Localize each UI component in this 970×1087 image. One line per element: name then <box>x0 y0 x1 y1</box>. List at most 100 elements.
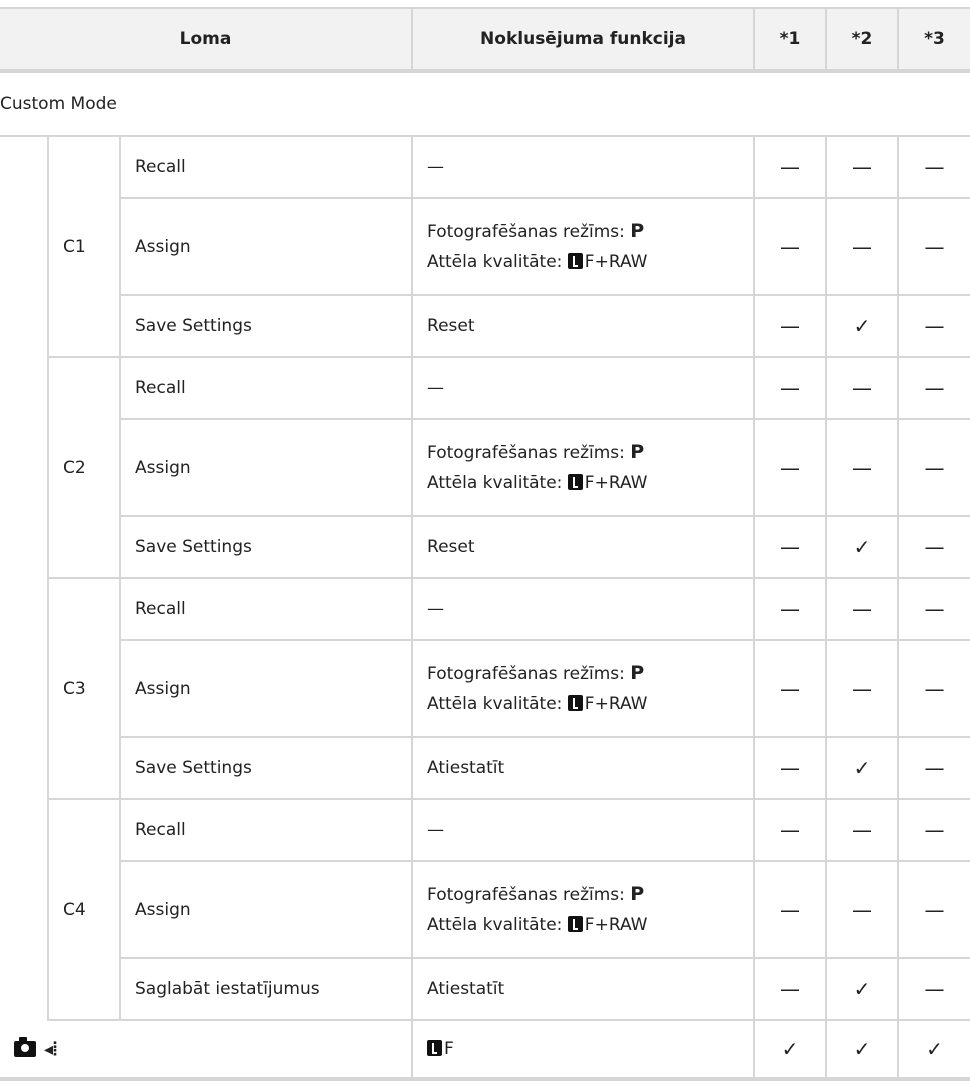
item-label: Recall <box>118 357 413 420</box>
default-line-mode: Fotografēšanas režīms: P <box>427 437 753 468</box>
item-label: Recall <box>118 799 413 862</box>
mark-col-1: — <box>753 640 827 738</box>
mark-col-3: — <box>897 737 970 800</box>
large-size-icon <box>567 916 583 932</box>
group-label: C4 <box>47 799 120 1021</box>
mode-value: P <box>630 441 645 463</box>
item-label: Assign <box>118 419 413 517</box>
mark-col-3: — <box>897 958 970 1021</box>
item-label: Recall <box>118 136 413 199</box>
indent-cell <box>0 357 48 578</box>
indent-cell <box>0 799 48 1020</box>
table-row: C4 Recall — — — — <box>0 799 970 1021</box>
item-label: Assign <box>118 640 413 738</box>
header-row: Loma Noklusējuma funkcija *1 *2 *3 <box>0 7 970 73</box>
header-role: Loma <box>0 7 413 73</box>
mark-col-3: ✓ <box>897 1020 970 1081</box>
default-value: — <box>411 578 755 641</box>
group-label: C3 <box>47 578 120 800</box>
header-col-3: *3 <box>897 7 970 73</box>
mark-col-3: — <box>897 640 970 738</box>
mode-value: P <box>630 662 645 684</box>
mark-col-2: — <box>825 861 899 959</box>
drive-mode-icon: ◂⦙ <box>44 1038 58 1060</box>
quality-value: F+RAW <box>584 694 648 714</box>
mark-col-3: — <box>897 136 970 199</box>
mark-col-1: — <box>753 516 827 579</box>
section-label: Custom Mode <box>0 71 970 137</box>
mark-col-2: ✓ <box>825 958 899 1021</box>
quality-label: Attēla kvalitāte: <box>427 694 568 714</box>
mark-col-1: — <box>753 578 827 641</box>
header-col-1: *1 <box>753 7 827 73</box>
large-size-icon <box>567 695 583 711</box>
quality-value: F+RAW <box>584 473 648 493</box>
mark-col-2: — <box>825 198 899 296</box>
item-label: Save Settings <box>118 737 413 800</box>
default-value: Reset <box>411 516 755 579</box>
table-row: Save Settings Reset — ✓ — <box>0 295 970 358</box>
default-line-quality: Attēla kvalitāte: F+RAW <box>427 689 753 719</box>
table-row: C2 Recall — — — — <box>0 357 970 579</box>
table-row: C3 Recall — — — — <box>0 578 970 800</box>
indent-cell <box>0 136 48 357</box>
default-line-mode: Fotografēšanas režīms: P <box>427 658 753 689</box>
mark-col-2: ✓ <box>825 737 899 800</box>
default-value: — <box>411 799 755 862</box>
default-value: — <box>411 357 755 420</box>
default-line-quality: Attēla kvalitāte: F+RAW <box>427 910 753 940</box>
mark-col-3: — <box>897 578 970 641</box>
mode-label: Fotografēšanas režīms: <box>427 222 631 242</box>
table-row: Save Settings Atiestatīt — ✓ — <box>0 737 970 800</box>
large-size-icon <box>567 253 583 269</box>
mark-col-1: — <box>753 357 827 420</box>
quality-label: Attēla kvalitāte: <box>427 473 568 493</box>
default-line-mode: Fotografēšanas režīms: P <box>427 216 753 247</box>
default-value: Fotografēšanas režīms: P Attēla kvalitāte… <box>411 861 755 959</box>
table-row-camera: ◂⦙ F ✓ ✓ ✓ <box>0 1020 970 1081</box>
table-row: Assign Fotografēšanas režīms: P Attēla kva… <box>0 640 970 738</box>
mark-col-2: ✓ <box>825 1020 899 1081</box>
large-size-icon <box>427 1040 443 1056</box>
mark-col-2: — <box>825 799 899 862</box>
table-row: C1 Recall — — — — <box>0 136 970 358</box>
mark-col-3: — <box>897 198 970 296</box>
mode-label: Fotografēšanas režīms: <box>427 664 631 684</box>
mark-col-2: — <box>825 578 899 641</box>
mark-col-3: — <box>897 357 970 420</box>
mark-col-1: — <box>753 861 827 959</box>
default-line-quality: Attēla kvalitāte: F+RAW <box>427 247 753 277</box>
item-label: Recall <box>118 578 413 641</box>
mark-col-2: — <box>825 419 899 517</box>
table-row: Assign Fotografēšanas režīms: P Attēla kva… <box>0 861 970 959</box>
mark-col-1: — <box>753 136 827 199</box>
item-label: Assign <box>118 861 413 959</box>
default-value: Fotografēšanas režīms: P Attēla kvalitāte… <box>411 419 755 517</box>
table-row: Save Settings Reset — ✓ — <box>0 516 970 579</box>
table-row: Assign Fotografēšanas režīms: P Attēla kva… <box>0 198 970 296</box>
mark-col-2: ✓ <box>825 295 899 358</box>
default-line-mode: Fotografēšanas režīms: P <box>427 879 753 910</box>
mark-col-1: — <box>753 419 827 517</box>
mark-col-1: — <box>753 295 827 358</box>
section-row: Custom Mode <box>0 71 970 137</box>
settings-table: Loma Noklusējuma funkcija *1 *2 *3 Custo… <box>0 7 970 1081</box>
default-value: — <box>411 136 755 199</box>
mark-col-2: ✓ <box>825 516 899 579</box>
item-label: Save Settings <box>118 295 413 358</box>
group-label: C2 <box>47 357 120 579</box>
item-label: Saglabāt iestatījumus <box>118 958 413 1021</box>
quality-value: F+RAW <box>584 915 648 935</box>
mark-col-2: — <box>825 136 899 199</box>
quality-value: F <box>444 1039 454 1059</box>
mark-col-1: ✓ <box>753 1020 827 1081</box>
mark-col-1: — <box>753 737 827 800</box>
indent-cell <box>0 578 48 799</box>
quality-value: F+RAW <box>584 252 648 272</box>
quality-label: Attēla kvalitāte: <box>427 252 568 272</box>
role-icons: ◂⦙ <box>0 1020 413 1081</box>
mode-value: P <box>630 883 645 905</box>
mark-col-3: — <box>897 295 970 358</box>
default-value: Fotografēšanas režīms: P Attēla kvalitāte… <box>411 198 755 296</box>
table-row: Saglabāt iestatījumus Atiestatīt — ✓ — <box>0 958 970 1021</box>
